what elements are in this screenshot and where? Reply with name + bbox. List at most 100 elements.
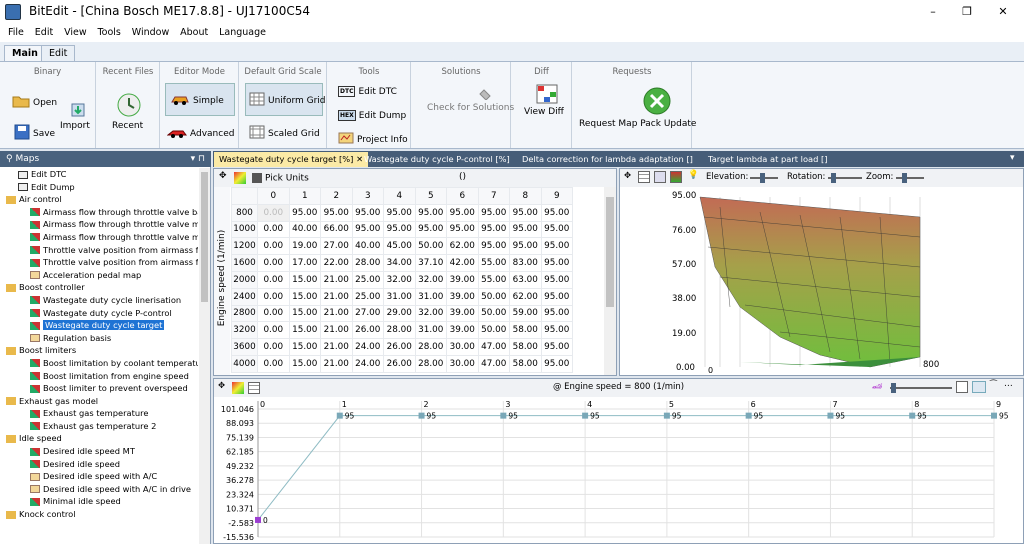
tree-item[interactable]: Boost limitation from engine speed <box>0 370 198 383</box>
table-cell[interactable]: 21.00 <box>320 287 353 306</box>
table-cell[interactable]: 95.00 <box>540 254 573 272</box>
row-header[interactable]: 2400 <box>231 287 258 306</box>
table-cell[interactable]: 58.00 <box>509 321 542 340</box>
table-cell[interactable]: 21.00 <box>320 338 353 356</box>
table-cell[interactable]: 55.00 <box>477 254 510 272</box>
tree-item[interactable]: Wastegate duty cycle linerisation <box>0 294 198 307</box>
table-cell[interactable]: 0.00 <box>257 203 290 222</box>
table-cell[interactable]: 47.00 <box>477 338 510 356</box>
table-cell[interactable]: 39.00 <box>446 287 479 306</box>
project-info-button[interactable]: Project Info <box>338 132 408 147</box>
table-cell[interactable]: 58.00 <box>509 338 542 356</box>
data-point[interactable] <box>418 412 425 419</box>
column-header[interactable]: 8 <box>509 187 542 205</box>
view-diff-button[interactable]: View Diff <box>524 84 564 117</box>
data-point[interactable] <box>991 412 997 419</box>
tree-item[interactable]: Desired idle speed <box>0 458 198 471</box>
table-cell[interactable]: 95.00 <box>540 287 573 306</box>
surface-plot[interactable]: 95.00 76.00 57.00 38.00 19.00 0.00 0 800 <box>620 187 1023 375</box>
table-cell[interactable]: 21.00 <box>320 354 353 373</box>
tree-folder[interactable]: Exhaust gas model <box>0 395 198 408</box>
row-header[interactable]: 2800 <box>231 304 258 323</box>
table-cell[interactable]: 0.00 <box>257 270 290 289</box>
tree-item[interactable]: Exhaust gas temperature <box>0 407 198 420</box>
table-cell[interactable]: 15.00 <box>288 354 321 373</box>
row-header[interactable]: 4000 <box>231 354 258 373</box>
table-cell[interactable]: 32.00 <box>414 304 447 323</box>
table-cell[interactable]: 62.00 <box>446 237 479 256</box>
tree-item[interactable]: Wastegate duty cycle target <box>0 319 198 332</box>
table-cell[interactable]: 15.00 <box>288 270 321 289</box>
column-header[interactable]: 3 <box>351 187 384 205</box>
data-point[interactable] <box>745 412 752 419</box>
advanced-mode-button[interactable]: Advanced <box>166 126 234 141</box>
table-cell[interactable]: 39.00 <box>446 304 479 323</box>
table-cell[interactable]: 24.00 <box>351 354 384 373</box>
table-cell[interactable]: 95.00 <box>446 203 479 222</box>
table-cell[interactable]: 95.00 <box>540 237 573 256</box>
table-cell[interactable]: 55.00 <box>477 270 510 289</box>
tree-folder[interactable]: Air control <box>0 193 198 206</box>
table-cell[interactable]: 63.00 <box>509 270 542 289</box>
table-cell[interactable]: 95.00 <box>383 220 416 239</box>
table-cell[interactable]: 15.00 <box>288 338 321 356</box>
table-cell[interactable]: 15.00 <box>288 287 321 306</box>
edit-dtc-button[interactable]: DTC Edit DTC <box>338 86 397 97</box>
tree-item[interactable]: Wastegate duty cycle P-control <box>0 307 198 320</box>
tree-folder[interactable]: Knock control <box>0 508 198 521</box>
table-cell[interactable]: 95.00 <box>383 203 416 222</box>
table-cell[interactable]: 31.00 <box>414 287 447 306</box>
data-point[interactable] <box>827 412 834 419</box>
table-cell[interactable]: 0.00 <box>257 321 290 340</box>
table-cell[interactable]: 95.00 <box>540 203 573 222</box>
table-cell[interactable]: 95.00 <box>351 220 384 239</box>
tree-item[interactable]: Minimal idle speed <box>0 495 198 508</box>
table-cell[interactable]: 19.00 <box>288 237 321 256</box>
row-header[interactable]: 1200 <box>231 237 258 256</box>
check-solutions-button[interactable]: Check for Solutions <box>427 88 514 113</box>
table-cell[interactable]: 0.00 <box>257 254 290 272</box>
table-cell[interactable]: 95.00 <box>509 203 542 222</box>
tab-edit[interactable]: Edit <box>41 45 76 62</box>
scaled-grid-button[interactable]: Scaled Grid <box>249 125 320 142</box>
column-header[interactable]: 1 <box>288 187 321 205</box>
tree-item[interactable]: Regulation basis <box>0 332 198 345</box>
table-cell[interactable]: 95.00 <box>446 220 479 239</box>
tree-folder[interactable]: Boost limiters <box>0 344 198 357</box>
doc-tab-target-lambda[interactable]: Target lambda at part load [] <box>703 152 833 167</box>
close-button[interactable]: ✕ <box>988 2 1018 22</box>
tree-item[interactable]: Desired idle speed MT <box>0 445 198 458</box>
data-point[interactable] <box>336 412 343 419</box>
table-cell[interactable]: 95.00 <box>477 220 510 239</box>
table-cell[interactable]: 17.00 <box>288 254 321 272</box>
data-point[interactable] <box>663 412 670 419</box>
table-cell[interactable]: 31.00 <box>414 321 447 340</box>
data-point[interactable] <box>582 412 589 419</box>
table-cell[interactable]: 0.00 <box>257 354 290 373</box>
doc-tab-wastegate-target[interactable]: Wastegate duty cycle target [%] ✕ <box>214 152 369 167</box>
table-cell[interactable]: 0.00 <box>257 304 290 323</box>
table-cell[interactable]: 0.00 <box>257 287 290 306</box>
table-cell[interactable]: 95.00 <box>351 203 384 222</box>
tree-item[interactable]: Throttle valve position from airmass flc <box>0 256 198 269</box>
open-button[interactable]: Open <box>12 94 57 111</box>
chart-slider[interactable] <box>890 383 952 393</box>
row-header[interactable]: 800 <box>231 203 258 222</box>
restore-button[interactable]: ❐ <box>952 2 982 22</box>
recent-button[interactable]: Recent <box>112 92 143 131</box>
row-header[interactable]: 2000 <box>231 270 258 289</box>
tree-item[interactable]: Exhaust gas temperature 2 <box>0 420 198 433</box>
table-cell[interactable]: 66.00 <box>320 220 353 239</box>
table-cell[interactable]: 37.10 <box>414 254 447 272</box>
doc-tab-lambda-delta[interactable]: Delta correction for lambda adaptation [… <box>517 152 698 167</box>
tree-item[interactable]: Airmass flow through throttle valve mc <box>0 218 198 231</box>
column-header[interactable]: 6 <box>446 187 479 205</box>
table-cell[interactable]: 62.00 <box>509 287 542 306</box>
table-cell[interactable]: 95.00 <box>540 338 573 356</box>
tree-item[interactable]: Throttle valve position from airmass flc <box>0 244 198 257</box>
simple-mode-button[interactable]: Simple <box>165 83 235 116</box>
chart-grid-toggle-icon[interactable] <box>956 381 968 393</box>
table-cell[interactable]: 83.00 <box>509 254 542 272</box>
menu-about[interactable]: About <box>180 24 208 42</box>
table-cell[interactable]: 21.00 <box>320 304 353 323</box>
